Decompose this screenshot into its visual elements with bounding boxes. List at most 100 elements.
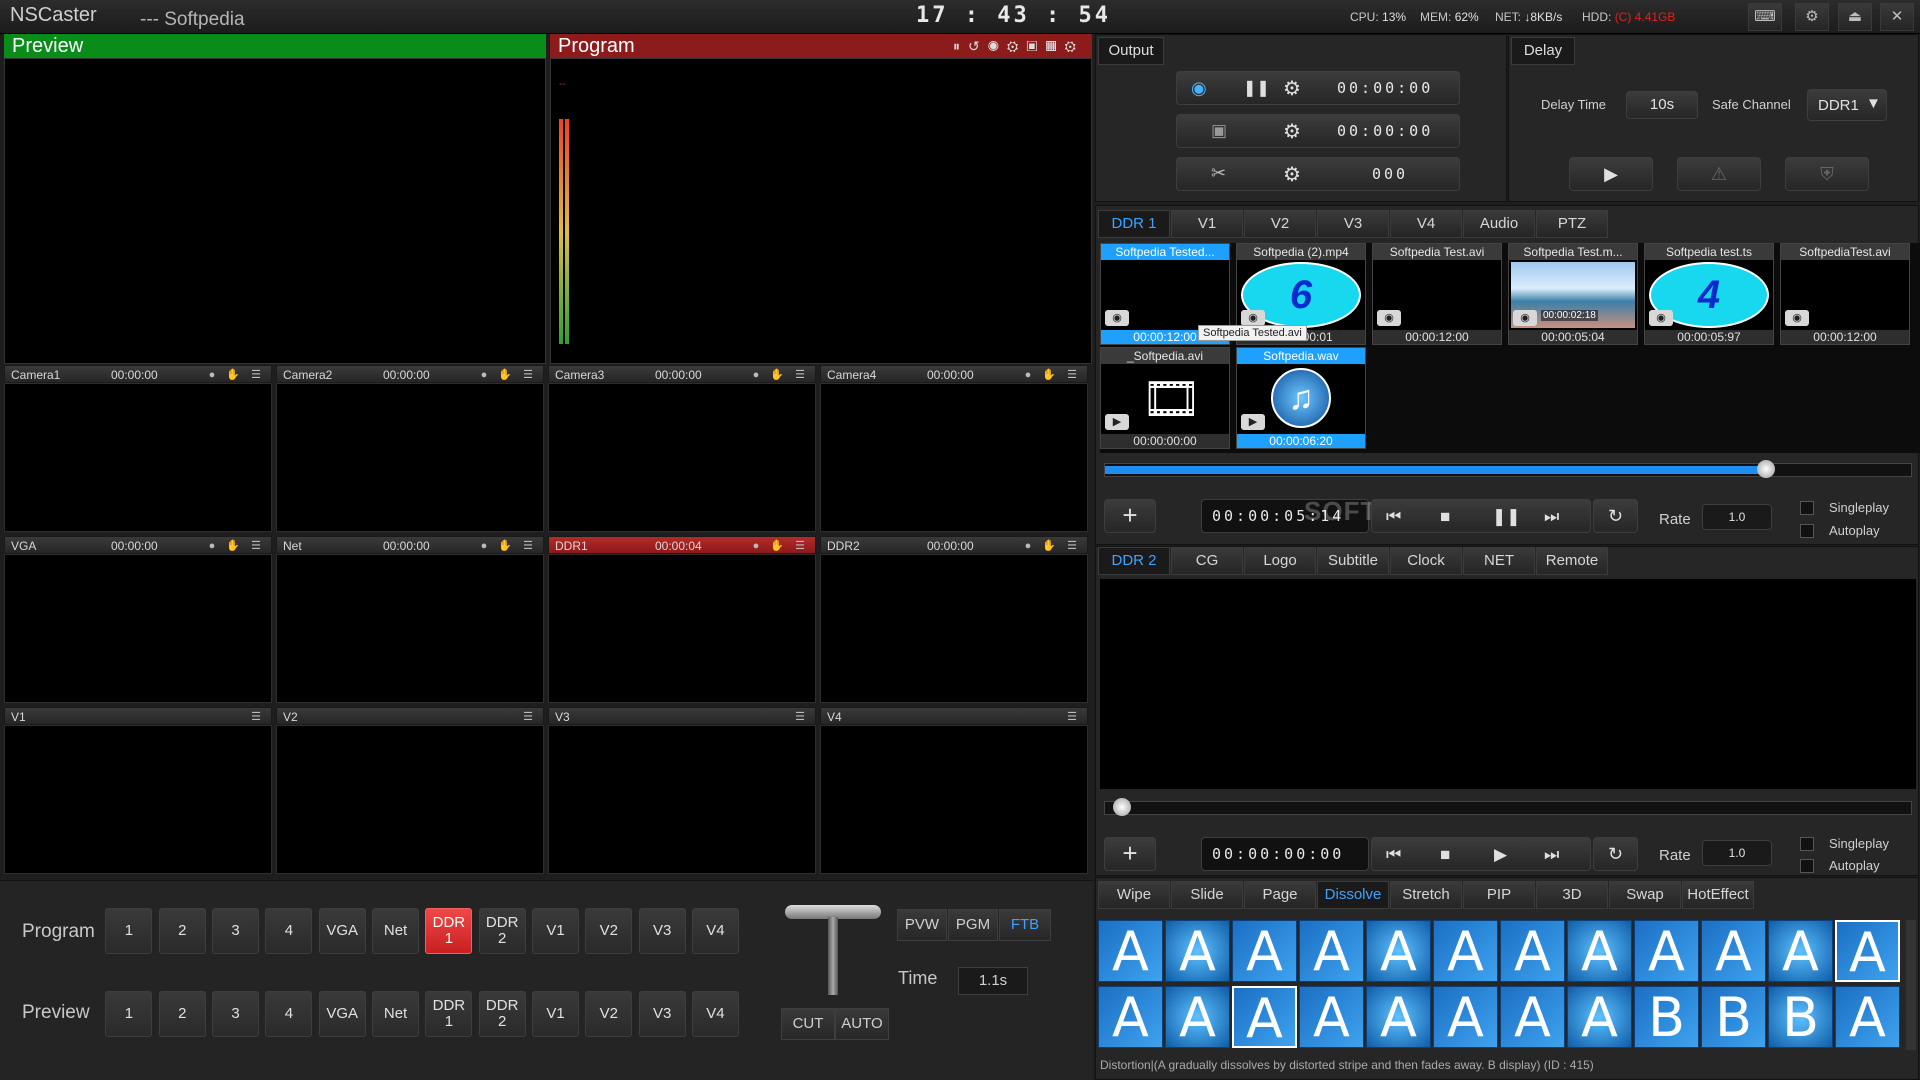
effect-tile[interactable]: A <box>1634 920 1699 983</box>
tab-subtitle[interactable]: Subtitle <box>1317 547 1389 575</box>
multiview-cell[interactable]: VGA 00:00:00 ● ✋ ☰ <box>4 536 272 705</box>
prev-icon[interactable]: ⏮ <box>1386 507 1401 527</box>
effect-tile[interactable]: A <box>1500 920 1565 983</box>
clip-thumbnail[interactable]: Softpedia.wav ♫ ▶ 00:00:06:20 <box>1236 347 1366 449</box>
tab-v3[interactable]: V3 <box>1317 210 1389 238</box>
multiview-cell[interactable]: DDR2 00:00:00 ● ✋ ☰ <box>820 536 1088 705</box>
effect-tile[interactable]: A <box>1433 920 1498 983</box>
tab-v2[interactable]: V2 <box>1244 210 1316 238</box>
cell-screen[interactable] <box>4 554 272 703</box>
multiview-cell[interactable]: Camera3 00:00:00 ● ✋ ☰ <box>548 365 816 534</box>
effect-tile[interactable]: A <box>1567 920 1632 983</box>
delay-warning-button[interactable]: ⚠ <box>1677 157 1761 191</box>
cell-menu-icon[interactable]: ● ✋ ☰ <box>753 366 809 384</box>
multiview-cell[interactable]: DDR1 00:00:04 ● ✋ ☰ <box>548 536 816 705</box>
cell-menu-icon[interactable]: ● ✋ ☰ <box>1025 366 1081 384</box>
cell-menu-icon[interactable]: ☰ <box>251 708 265 726</box>
preview-source-button[interactable]: V3 <box>638 991 686 1037</box>
effect-tile[interactable]: A <box>1366 986 1431 1049</box>
clip-thumbnail[interactable]: SoftpediaTest.avi ◉ 00:00:12:00 <box>1780 243 1910 345</box>
ddr2-singleplay-checkbox[interactable] <box>1800 837 1814 851</box>
tab-page[interactable]: Page <box>1244 881 1316 909</box>
preview-source-button[interactable]: 1 <box>105 991 153 1037</box>
next-icon[interactable]: ⏭ <box>1544 507 1559 527</box>
ddr2-loop-button[interactable]: ↻ <box>1593 837 1638 871</box>
preview-source-button[interactable]: DDR 2 <box>478 991 526 1037</box>
record-settings-icon[interactable]: ⚙ <box>1283 76 1301 101</box>
play-icon[interactable]: ▶ <box>1494 845 1507 865</box>
clip-thumbnail[interactable]: _Softpedia.avi 🎞 ▶ 00:00:00:00 <box>1100 347 1230 449</box>
ftb-button[interactable]: FTB <box>999 909 1051 941</box>
effect-tile[interactable]: A <box>1098 920 1163 983</box>
effect-tile[interactable]: B <box>1768 986 1833 1049</box>
preview-source-button[interactable]: V2 <box>585 991 633 1037</box>
delay-time-field[interactable]: 10s <box>1626 91 1698 119</box>
pvw-button[interactable]: PVW <box>897 909 947 941</box>
prev-icon[interactable]: ⏮ <box>1386 845 1401 865</box>
ddr2-clip-area[interactable] <box>1100 579 1916 789</box>
tab-clock[interactable]: Clock <box>1390 547 1462 575</box>
cell-menu-icon[interactable]: ● ✋ ☰ <box>209 366 265 384</box>
effect-tile[interactable]: A <box>1500 986 1565 1049</box>
clip-thumbnail[interactable]: Softpedia Test.m... 00:00:02:18 ◉ 00:00:05:… <box>1508 243 1638 345</box>
effects-scrollbar[interactable] <box>1906 920 1916 1050</box>
stop-icon[interactable]: ■ <box>1440 507 1450 527</box>
preview-source-button[interactable]: DDR 1 <box>425 991 473 1037</box>
effect-tile[interactable]: A <box>1768 920 1833 983</box>
clip-settings-icon[interactable]: ⚙ <box>1283 162 1301 187</box>
preview-source-button[interactable]: 3 <box>212 991 260 1037</box>
ddr1-autoplay-checkbox[interactable] <box>1800 524 1814 538</box>
program-source-button[interactable]: V2 <box>585 908 633 954</box>
ddr1-seek-knob[interactable] <box>1756 460 1775 478</box>
keyboard-icon[interactable]: ⌨ <box>1748 3 1782 31</box>
ddr2-seek-bar[interactable] <box>1104 798 1912 816</box>
transition-time-field[interactable]: 1.1s <box>958 967 1028 995</box>
multiview-cell[interactable]: V4 ☰ <box>820 707 1088 876</box>
tab-v4[interactable]: V4 <box>1390 210 1462 238</box>
preview-screen[interactable] <box>4 58 546 364</box>
ddr1-loop-button[interactable]: ↻ <box>1593 499 1638 533</box>
ddr1-seek-bar[interactable] <box>1104 460 1912 478</box>
effect-tile[interactable]: A <box>1232 920 1297 983</box>
effect-tile[interactable]: A <box>1299 986 1364 1049</box>
preview-source-button[interactable]: 2 <box>158 991 206 1037</box>
clip-thumbnail[interactable]: Softpedia test.ts 4 ◉ 00:00:05:97 <box>1644 243 1774 345</box>
pause-icon[interactable]: ❚❚ <box>1492 507 1521 527</box>
cell-screen[interactable] <box>548 383 816 532</box>
ddr2-add-button[interactable]: + <box>1104 837 1156 871</box>
cell-screen[interactable] <box>276 725 544 874</box>
cell-screen[interactable] <box>820 725 1088 874</box>
effect-tile[interactable]: A <box>1165 920 1230 983</box>
tab-v1[interactable]: V1 <box>1171 210 1243 238</box>
stream-settings-icon[interactable]: ⚙ <box>1283 119 1301 144</box>
pgm-button[interactable]: PGM <box>948 909 998 941</box>
effect-tile[interactable]: A <box>1835 986 1900 1049</box>
preview-source-button[interactable]: V1 <box>532 991 579 1037</box>
next-icon[interactable]: ⏭ <box>1544 845 1559 865</box>
tab-hoteffect[interactable]: HotEffect <box>1682 881 1754 909</box>
close-icon[interactable]: ✕ <box>1880 3 1914 31</box>
safe-channel-select[interactable]: DDR1 ▼ <box>1807 89 1887 121</box>
effect-tile[interactable]: A <box>1366 920 1431 983</box>
program-source-button[interactable]: DDR 1 <box>425 908 473 954</box>
tab-wipe[interactable]: Wipe <box>1098 881 1170 909</box>
camera-icon[interactable]: ▣ <box>1211 121 1227 141</box>
tab-dissolve[interactable]: Dissolve <box>1317 881 1389 909</box>
cell-menu-icon[interactable]: ☰ <box>1067 708 1081 726</box>
cell-menu-icon[interactable]: ● ✋ ☰ <box>481 366 537 384</box>
tab-ptz[interactable]: PTZ <box>1536 210 1608 238</box>
tab-remote[interactable]: Remote <box>1536 547 1608 575</box>
cell-screen[interactable] <box>548 725 816 874</box>
ddr2-autoplay-checkbox[interactable] <box>1800 859 1814 873</box>
preview-source-button[interactable]: V4 <box>691 991 739 1037</box>
cell-menu-icon[interactable]: ● ✋ ☰ <box>1025 537 1081 555</box>
multiview-cell[interactable]: Camera4 00:00:00 ● ✋ ☰ <box>820 365 1088 534</box>
cell-menu-icon[interactable]: ● ✋ ☰ <box>481 537 537 555</box>
delay-shield-button[interactable]: ⛨ <box>1785 157 1869 191</box>
tab-output[interactable]: Output <box>1098 37 1164 65</box>
effect-tile[interactable]: B <box>1634 986 1699 1049</box>
program-source-button[interactable]: V3 <box>638 908 686 954</box>
program-source-button[interactable]: Net <box>372 908 420 954</box>
effect-tile[interactable]: A <box>1567 986 1632 1049</box>
program-source-button[interactable]: VGA <box>318 908 366 954</box>
